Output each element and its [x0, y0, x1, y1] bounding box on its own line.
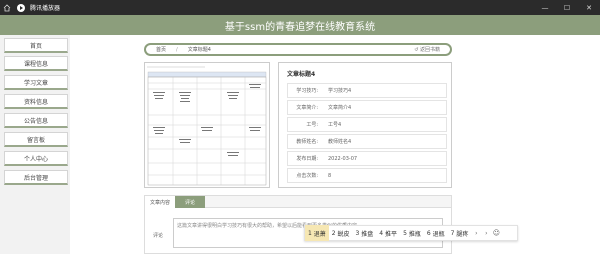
ime-candidate-number: 3 — [355, 229, 360, 237]
detail-row: 发布日期: 2022-03-07 — [287, 151, 447, 166]
sidebar-item-profile[interactable]: 个人中心 — [4, 151, 68, 166]
ime-candidate[interactable]: 1 退萧 — [305, 225, 329, 241]
breadcrumb-home[interactable]: 首页 — [156, 46, 166, 53]
detail-label: 工号: — [306, 122, 318, 128]
tab-bar: 文章内容 评论 — [145, 196, 451, 208]
detail-row: 教师姓名: 教师姓名4 — [287, 134, 447, 149]
sidebar-item-admin[interactable]: 后台管理 — [4, 170, 68, 185]
article-detail-panel: 文章标题4 学习技巧: 学习技巧4 文章简介: 文章简介4 工号: 工号4 教师… — [278, 62, 452, 188]
detail-value: 2022-03-07 — [328, 155, 358, 162]
ime-candidate-text: 推瓶 — [408, 230, 421, 238]
ime-candidate-number: 7 — [450, 229, 455, 237]
ime-candidate-text: 退萧 — [313, 230, 326, 238]
window-titlebar: 腾讯播放器 — ☐ ✕ — [0, 0, 600, 15]
ime-candidate-number: 4 — [379, 229, 384, 237]
detail-label: 学习技巧: — [296, 88, 318, 94]
sidebar: 首页 课程信息 学习文章 资料信息 公告信息 留言板 个人中心 后台管理 — [0, 35, 70, 254]
sidebar-item-articles[interactable]: 学习文章 — [4, 75, 68, 90]
comment-label: 评论 — [153, 233, 164, 239]
ime-candidate[interactable]: 4 推平 — [376, 225, 400, 241]
window-controls: — ☐ ✕ — [534, 0, 600, 15]
back-button[interactable]: ↺ 返回书籍 — [414, 46, 440, 53]
chevron-right-icon[interactable]: › — [471, 230, 481, 237]
detail-value: 文章简介4 — [328, 105, 352, 111]
ime-candidate-number: 1 — [308, 229, 312, 237]
breadcrumb-separator: / — [176, 46, 178, 53]
sidebar-item-home[interactable]: 首页 — [4, 38, 68, 53]
maximize-button[interactable]: ☐ — [556, 0, 578, 15]
ime-candidate[interactable]: 6 退瓶 — [424, 225, 448, 241]
ime-candidate-number: 6 — [426, 229, 431, 237]
home-icon[interactable] — [0, 0, 14, 15]
detail-value: 教师姓名4 — [328, 139, 352, 145]
sidebar-item-notices[interactable]: 公告信息 — [4, 113, 68, 128]
sidebar-item-courses[interactable]: 课程信息 — [4, 56, 68, 71]
ime-candidate-text: 推盘 — [361, 230, 374, 238]
article-title: 文章标题4 — [287, 71, 316, 78]
detail-label: 发布日期: — [296, 156, 318, 162]
detail-value: 学习技巧4 — [328, 88, 352, 94]
ime-candidate-number: 5 — [403, 229, 407, 237]
detail-row: 文章简介: 文章简介4 — [287, 100, 447, 115]
detail-label: 文章简介: — [296, 105, 318, 111]
article-image — [144, 62, 270, 188]
detail-label: 点击次数: — [296, 173, 318, 179]
article-image-table — [145, 63, 269, 187]
site-title: 基于ssm的青春追梦在线教育系统 — [224, 21, 376, 33]
player-app-icon — [17, 3, 25, 12]
detail-row: 点击次数: 8 — [287, 168, 447, 183]
ime-candidate-bar: 1 退萧 2 蜕皮 3 推盘 4 推平 5 推瓶 6 退瓶 7 腿疼 › › ☺ — [304, 225, 518, 241]
breadcrumb: 首页 / 文章标题4 ↺ 返回书籍 — [144, 43, 452, 56]
window-title: 腾讯播放器 — [30, 5, 61, 12]
ime-candidate[interactable]: 7 腿疼 — [448, 225, 472, 241]
detail-value: 工号4 — [328, 122, 342, 128]
tab-article-content[interactable]: 文章内容 — [145, 196, 175, 208]
ime-candidate[interactable]: 3 推盘 — [353, 225, 377, 241]
site-header: 基于ssm的青春追梦在线教育系统 — [0, 15, 600, 35]
detail-label: 教师姓名: — [296, 139, 318, 145]
detail-row: 工号: 工号4 — [287, 117, 447, 132]
emoji-icon[interactable]: ☺ — [491, 229, 501, 237]
sidebar-item-resources[interactable]: 资料信息 — [4, 94, 68, 109]
ime-candidate-number: 2 — [331, 229, 336, 237]
ime-candidate-text: 腿疼 — [456, 230, 469, 238]
detail-row: 学习技巧: 学习技巧4 — [287, 83, 447, 98]
ime-candidate-text: 蜕皮 — [337, 230, 350, 238]
detail-value: 8 — [328, 172, 332, 179]
sidebar-item-messages[interactable]: 留言板 — [4, 132, 68, 147]
ime-candidate[interactable]: 5 推瓶 — [400, 225, 424, 241]
chevron-right-icon[interactable]: › — [481, 230, 491, 237]
ime-candidate[interactable]: 2 蜕皮 — [329, 225, 353, 241]
ime-candidate-text: 退瓶 — [432, 230, 445, 238]
ime-candidate-text: 推平 — [385, 230, 398, 238]
tab-comment[interactable]: 评论 — [175, 196, 205, 208]
close-button[interactable]: ✕ — [578, 0, 600, 15]
breadcrumb-current: 文章标题4 — [187, 47, 211, 53]
minimize-button[interactable]: — — [534, 0, 556, 15]
